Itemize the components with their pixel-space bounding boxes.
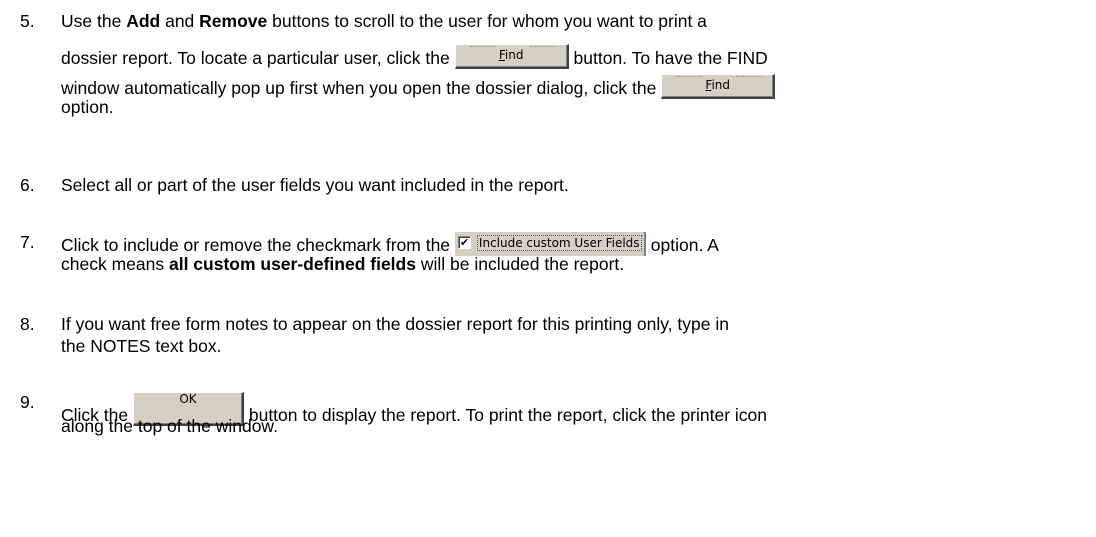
emphasis: Add bbox=[126, 11, 161, 31]
find-button[interactable]: Find bbox=[661, 74, 776, 99]
step-line: If you want free form notes to appear on… bbox=[61, 314, 729, 334]
find-button[interactable]: Find bbox=[454, 44, 569, 69]
step-line: window automatically pop up first when y… bbox=[61, 74, 776, 99]
step-number: 8. bbox=[20, 314, 35, 334]
step-line: Use the Add and Remove buttons to scroll… bbox=[61, 11, 707, 31]
checkbox-label: Include custom User Fields bbox=[476, 235, 642, 251]
step-line: Select all or part of the user fields yo… bbox=[61, 175, 569, 195]
step-number: 7. bbox=[20, 232, 35, 252]
step-line: along the top of the window. bbox=[61, 416, 278, 436]
step-line: dossier report. To locate a particular u… bbox=[61, 44, 768, 69]
ok-button-label: OK bbox=[179, 392, 197, 406]
checkbox-checkmark-icon: ✔ bbox=[457, 236, 471, 249]
step-line: option. bbox=[61, 97, 114, 117]
step-number: 5. bbox=[20, 11, 35, 31]
include-custom-user-fields-checkbox[interactable]: ✔ Include custom User Fields bbox=[454, 232, 646, 256]
step-line: the NOTES text box. bbox=[61, 336, 222, 356]
emphasis: Remove bbox=[199, 11, 268, 31]
step-number: 9. bbox=[20, 392, 35, 412]
find-button-label: Find bbox=[498, 48, 524, 62]
step-line: Click to include or remove the checkmark… bbox=[61, 232, 719, 256]
emphasis: all custom user-defined fields bbox=[168, 254, 416, 274]
find-button-label: Find bbox=[705, 78, 731, 92]
step-number: 6. bbox=[20, 175, 35, 195]
step-line: check means all custom user-defined fiel… bbox=[61, 254, 625, 274]
